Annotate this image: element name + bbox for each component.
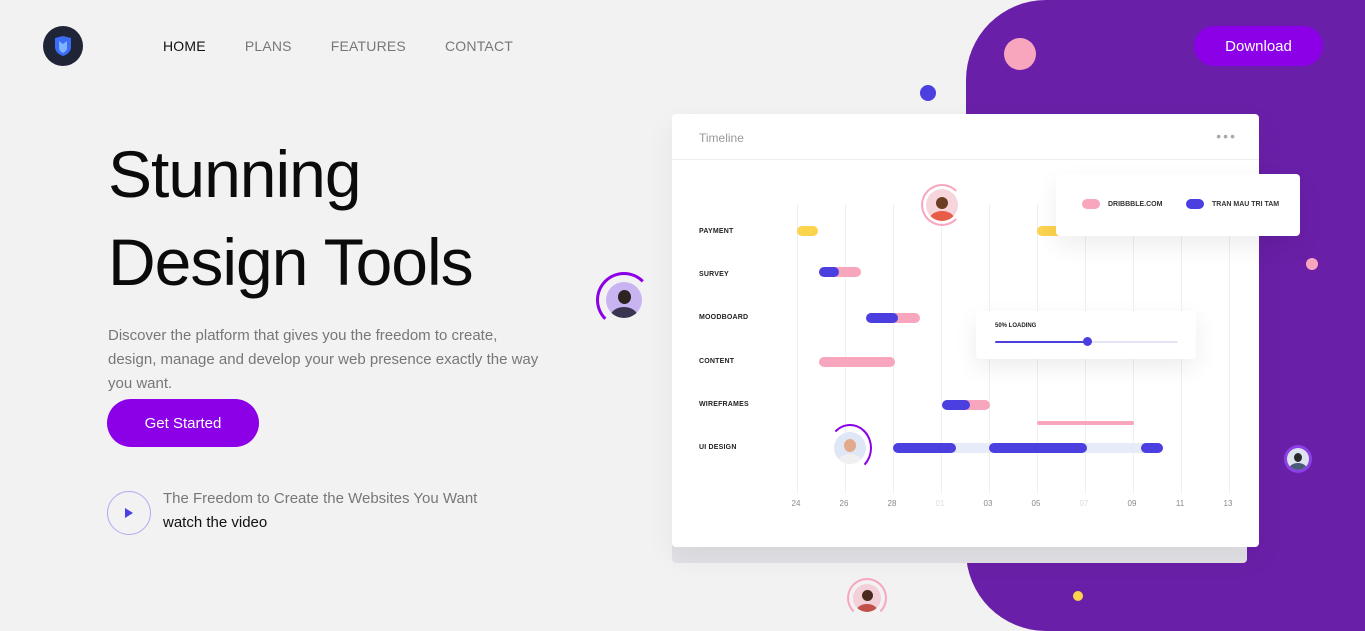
legend-card: DRIBBBLE.COM TRAN MAU TRI TAM <box>1056 174 1300 236</box>
nav-home[interactable]: HOME <box>163 38 206 54</box>
bar-ui-design-2[interactable] <box>989 443 1087 453</box>
row-label-wireframes: WIREFRAMES <box>699 401 749 408</box>
download-button[interactable]: Download <box>1194 26 1323 66</box>
bar-wireframes-blue[interactable] <box>942 400 970 410</box>
tick-label: 01 <box>935 499 945 508</box>
avatar <box>606 282 642 318</box>
nav-features[interactable]: FEATURES <box>331 38 406 54</box>
tick-label: 09 <box>1127 499 1137 508</box>
get-started-button[interactable]: Get Started <box>107 399 259 447</box>
play-icon <box>125 508 133 518</box>
avatar <box>926 189 958 221</box>
decor-dot-pink-large <box>1004 38 1036 70</box>
hero-title-line-2: Design Tools <box>108 225 474 299</box>
legend-swatch-blue <box>1186 199 1204 209</box>
legend-item-dribbble[interactable]: DRIBBBLE.COM <box>1082 199 1162 209</box>
avatar <box>853 584 881 612</box>
hero-title-line-1: Stunning <box>108 137 362 211</box>
tick-label: 13 <box>1223 499 1233 508</box>
bar-ui-design-1[interactable] <box>893 443 956 453</box>
bar-moodboard-blue[interactable] <box>866 313 898 323</box>
legend-swatch-pink <box>1082 199 1100 209</box>
row-label-ui-design: UI DESIGN <box>699 444 737 451</box>
nav-plans[interactable]: PLANS <box>245 38 292 54</box>
tick-label: 03 <box>983 499 993 508</box>
tick-label: 26 <box>839 499 849 508</box>
nav-contact[interactable]: CONTACT <box>445 38 513 54</box>
bar-content[interactable] <box>819 357 895 367</box>
loading-slider-thumb[interactable] <box>1082 337 1092 346</box>
main-nav: HOME PLANS FEATURES CONTACT <box>163 38 513 54</box>
row-label-moodboard: MOODBOARD <box>699 314 749 321</box>
hero-description: Discover the platform that gives you the… <box>108 327 539 392</box>
bar-survey-blue[interactable] <box>819 267 839 277</box>
play-video-button[interactable] <box>107 491 151 535</box>
bar-ui-design-3[interactable] <box>1141 443 1163 453</box>
row-label-payment: PAYMENT <box>699 228 734 235</box>
legend-label: TRAN MAU TRI TAM <box>1212 200 1280 208</box>
tick-label: 07 <box>1079 499 1089 508</box>
logo[interactable] <box>43 26 83 66</box>
bar-payment-1[interactable] <box>797 226 818 236</box>
avatar-ring-right[interactable] <box>1284 445 1312 473</box>
timeline-card-header: Timeline ••• <box>672 114 1259 160</box>
avatar-ring-timeline-top[interactable] <box>921 184 963 226</box>
loading-slider[interactable] <box>995 337 1178 346</box>
row-label-content: CONTENT <box>699 358 735 365</box>
more-dots-icon[interactable]: ••• <box>1216 128 1237 144</box>
gridline <box>797 204 798 494</box>
hero-title: Stunning Design Tools <box>108 130 474 306</box>
avatar-ring-bottom[interactable] <box>847 578 887 618</box>
avatar <box>834 432 866 464</box>
video-title: The Freedom to Create the Websites You W… <box>163 490 478 507</box>
loading-card: 50% LOADING <box>976 311 1196 359</box>
legend-label: DRIBBBLE.COM <box>1108 200 1163 208</box>
gridline <box>1229 204 1230 494</box>
shield-logo-icon <box>55 36 71 56</box>
timeline-title: Timeline <box>699 131 744 145</box>
row-label-survey: SURVEY <box>699 271 729 278</box>
tick-label: 24 <box>791 499 801 508</box>
loading-slider-fill <box>995 341 1087 343</box>
tick-label: 05 <box>1031 499 1041 508</box>
tick-label: 11 <box>1175 499 1185 508</box>
legend-item-tran-mau-tri-tam[interactable]: TRAN MAU TRI TAM <box>1186 199 1279 209</box>
watch-video-link[interactable]: watch the video <box>163 514 267 531</box>
tick-label: 28 <box>887 499 897 508</box>
decor-dot-pink-small <box>1306 258 1318 270</box>
avatar <box>1287 448 1309 470</box>
loading-label: 50% LOADING <box>995 323 1037 329</box>
bar-wireframes-line <box>1037 421 1134 425</box>
avatar-ring-ui-design[interactable] <box>828 424 872 472</box>
decor-dot-yellow <box>1073 591 1083 601</box>
avatar-ring-left[interactable] <box>596 272 652 328</box>
decor-dot-blue <box>920 85 936 101</box>
